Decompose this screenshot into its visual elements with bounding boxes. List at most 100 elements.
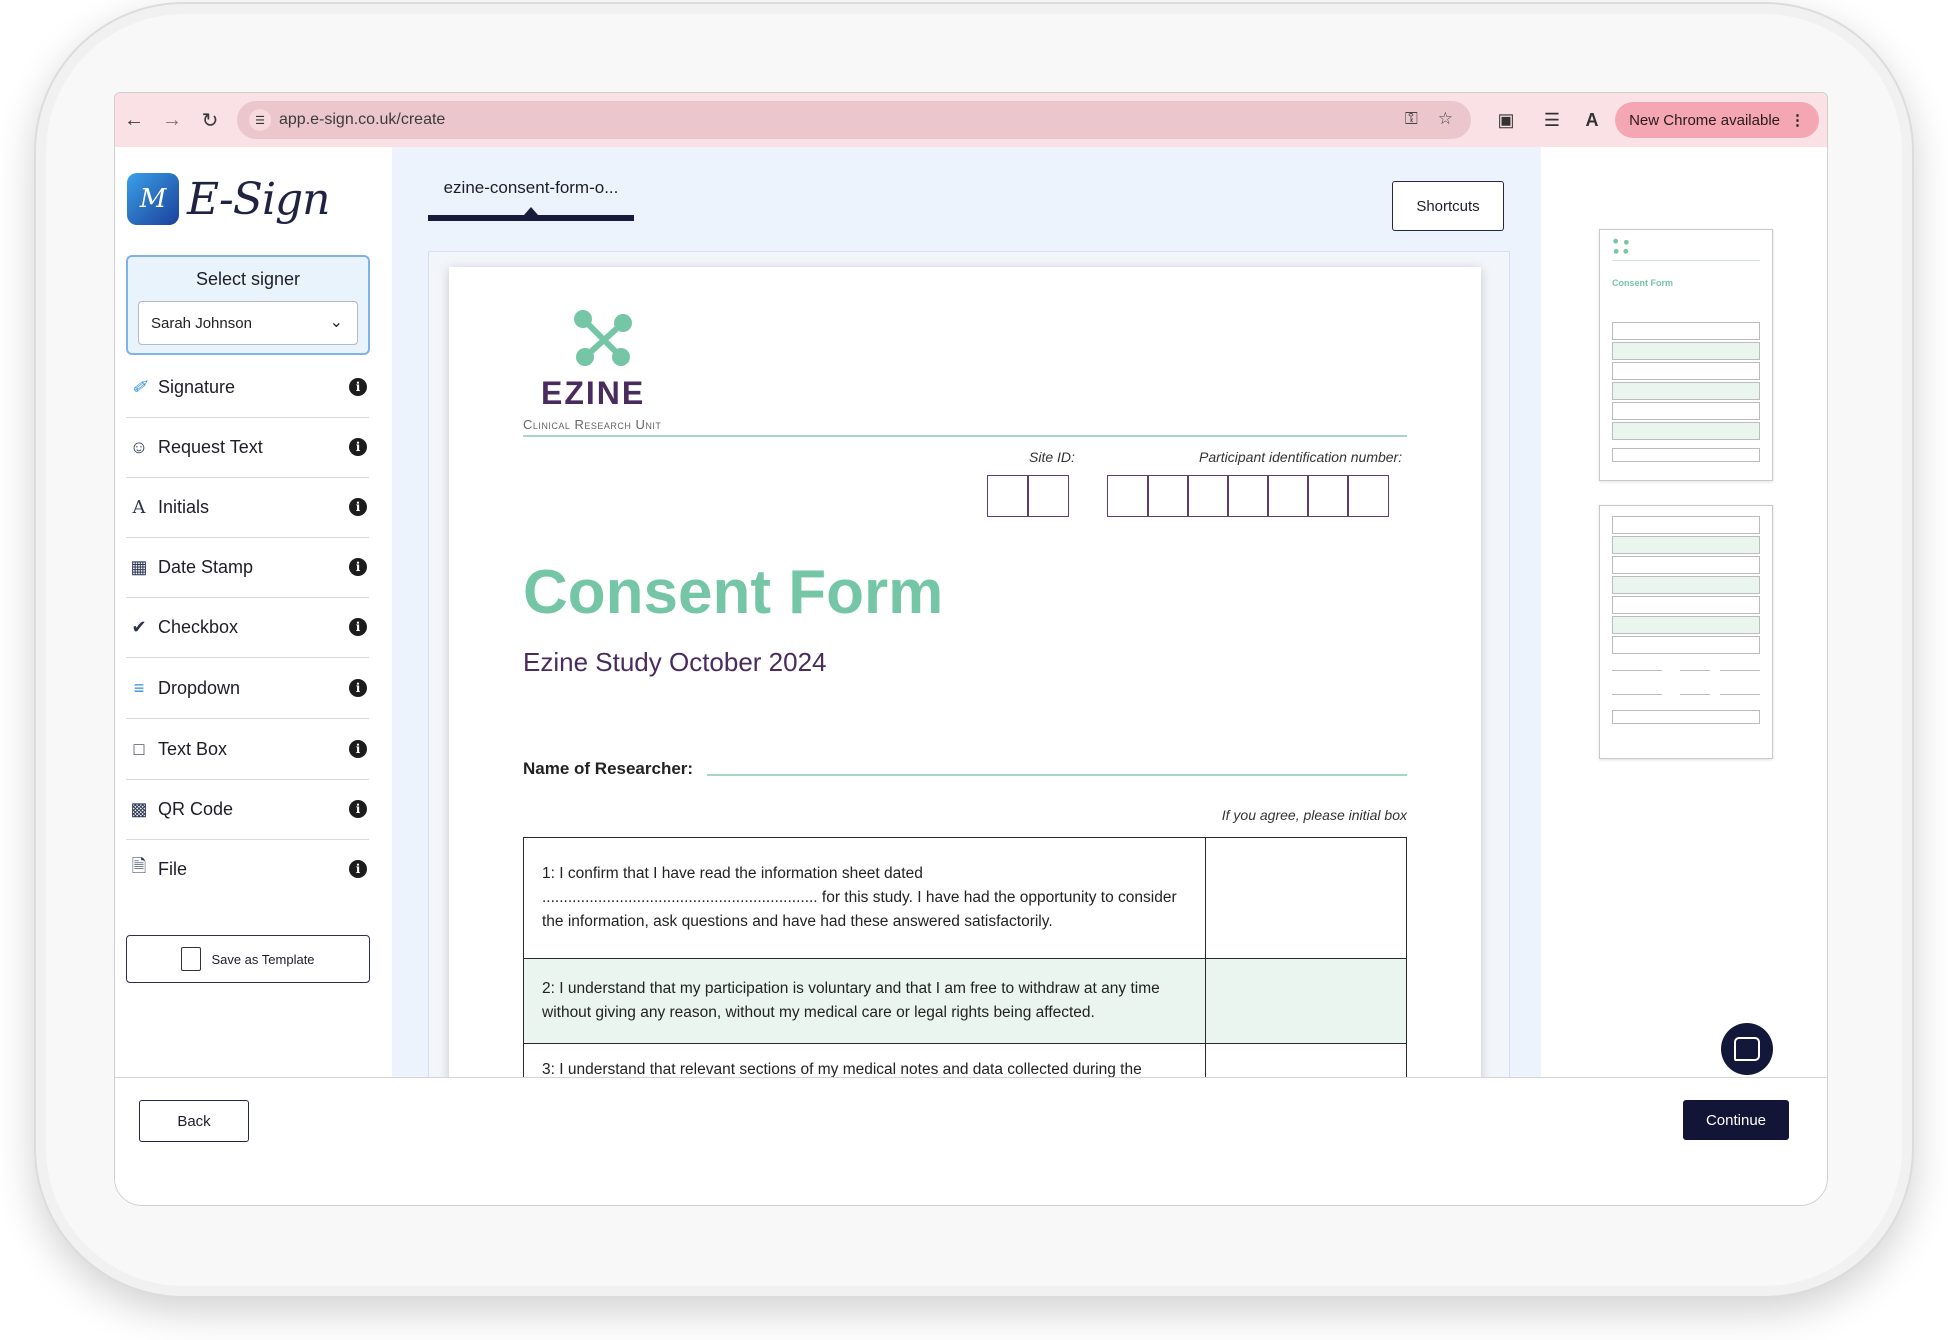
save-as-template-button[interactable]: Save as Template [126, 935, 370, 983]
calendar-icon: ▦ [130, 556, 148, 577]
researcher-label: Name of Researcher: [523, 759, 694, 778]
site-id-label: Site ID: [1029, 449, 1075, 465]
thumb-row [1612, 422, 1760, 440]
tool-label: Text Box [158, 738, 228, 759]
initials-icon: A [132, 496, 146, 518]
tool-dropdown[interactable]: ≡ Dropdown i [126, 658, 369, 719]
initial-box-hint: If you agree, please initial box [1221, 807, 1407, 823]
site-id-box[interactable] [1027, 475, 1069, 517]
tool-text-box[interactable]: □ Text Box i [126, 719, 369, 780]
tool-initials[interactable]: A Initials i [126, 477, 369, 538]
page-thumbnails: Consent Form [1541, 147, 1827, 1077]
profile-avatar-icon[interactable]: A [1573, 101, 1611, 139]
dropdown-icon: ≡ [133, 677, 145, 698]
media-controls-icon[interactable]: ☰ [1533, 101, 1571, 139]
more-menu-icon[interactable]: ⋮ [1790, 111, 1805, 129]
signer-panel: Select signer Sarah Johnson ⌄ [126, 255, 370, 355]
info-icon[interactable]: i [349, 558, 367, 576]
site-settings-icon[interactable]: ☰ [249, 109, 271, 131]
thumb-row [1612, 710, 1760, 724]
text-box-icon: □ [133, 738, 145, 759]
site-id-box[interactable] [987, 475, 1029, 517]
chat-button[interactable] [1721, 1023, 1773, 1075]
document-tab[interactable]: ezine-consent-form-o... [428, 169, 634, 221]
password-key-icon[interactable]: ⚿ [1405, 109, 1418, 129]
info-icon[interactable]: i [349, 679, 367, 697]
participant-id-box[interactable] [1307, 475, 1349, 517]
participant-id-label: Participant identification number: [1199, 449, 1403, 465]
continue-button[interactable]: Continue [1683, 1100, 1789, 1140]
page-thumbnail-2[interactable] [1599, 505, 1773, 759]
participant-id-box[interactable] [1107, 475, 1149, 517]
thumb-row [1612, 516, 1760, 534]
select-signer-label: Select signer [195, 269, 301, 289]
thumb-line [1720, 670, 1760, 671]
forward-arrow-icon[interactable]: → [153, 101, 191, 139]
tool-qr-code[interactable]: ▩ QR Code i [126, 779, 369, 840]
participant-id-box[interactable] [1187, 475, 1229, 517]
thumb-row [1612, 536, 1760, 554]
tool-signature[interactable]: ✐ Signature i [126, 357, 369, 418]
new-chrome-available-button[interactable]: New Chrome available ⋮ [1615, 102, 1819, 138]
template-doc-icon [181, 947, 202, 971]
esign-logo-icon: M [127, 173, 179, 225]
thumb-line [1680, 694, 1710, 695]
request-text-icon: ☺ [129, 436, 149, 457]
tool-label: Dropdown [158, 677, 241, 698]
page-thumbnail-1[interactable]: Consent Form [1599, 229, 1773, 481]
info-icon[interactable]: i [349, 378, 367, 396]
url-text[interactable]: app.e-sign.co.uk/create [279, 111, 445, 129]
bookmark-star-icon[interactable]: ☆ [1438, 109, 1453, 129]
participant-id-box[interactable] [1227, 475, 1269, 517]
info-icon[interactable]: i [349, 618, 367, 636]
info-icon[interactable]: i [349, 438, 367, 456]
document-editor: ezine-consent-form-o... Shortcuts EZINE … [392, 147, 1541, 1167]
info-icon[interactable]: i [349, 498, 367, 516]
tool-label: Date Stamp [158, 556, 254, 577]
file-icon: 🗎 [131, 856, 147, 876]
tool-checkbox[interactable]: ✔ Checkbox i [126, 597, 369, 658]
thumb-line [1612, 670, 1662, 671]
continue-label: Continue [1705, 1111, 1767, 1129]
logo-text: E-Sign [187, 173, 331, 225]
back-label: Back [177, 1112, 211, 1130]
thumb-row [1612, 596, 1760, 614]
tool-request-text[interactable]: ☺ Request Text i [126, 417, 369, 478]
checkbox-icon: ✔ [131, 616, 147, 637]
thumb-row [1612, 362, 1760, 380]
thumb-row [1612, 382, 1760, 400]
new-chrome-label: New Chrome available [1629, 111, 1780, 129]
info-icon[interactable]: i [349, 860, 367, 878]
extensions-icon[interactable]: ▣ [1487, 101, 1525, 139]
ezine-logo-icon [574, 310, 632, 366]
participant-id-box[interactable] [1147, 475, 1189, 517]
thumb-row [1612, 448, 1760, 462]
back-arrow-icon[interactable]: ← [115, 101, 153, 139]
address-bar[interactable]: ☰ app.e-sign.co.uk/create ⚿ ☆ [237, 101, 1471, 139]
thumb-logo-icon [1613, 238, 1629, 254]
info-icon[interactable]: i [349, 800, 367, 818]
signer-dropdown[interactable]: Sarah Johnson ⌄ [138, 301, 358, 345]
table-row: 1: I confirm that I have read the inform… [522, 837, 1407, 959]
tool-file[interactable]: 🗎 File i [126, 839, 369, 899]
statement-cell: 2: I understand that my participation is… [522, 958, 1207, 1044]
app-logo: M E-Sign [127, 173, 331, 225]
qr-code-icon: ▩ [130, 798, 148, 819]
table-row: 2: I understand that my participation is… [522, 958, 1407, 1044]
thumb-row [1612, 576, 1760, 594]
back-button[interactable]: Back [139, 1100, 249, 1142]
researcher-line[interactable] [707, 774, 1407, 776]
document-page[interactable]: EZINE Clinical Research Unit Site ID: Pa… [449, 267, 1481, 1167]
initial-box[interactable] [1205, 837, 1407, 959]
tool-label: File [158, 858, 188, 879]
chevron-down-icon: ⌄ [329, 314, 343, 331]
info-icon[interactable]: i [349, 740, 367, 758]
participant-id-box[interactable] [1347, 475, 1389, 517]
tool-date-stamp[interactable]: ▦ Date Stamp i [126, 537, 369, 598]
browser-toolbar: ← → ↻ ☰ app.e-sign.co.uk/create ⚿ ☆ ▣ ☰ … [115, 93, 1827, 147]
initial-box[interactable] [1205, 958, 1407, 1044]
shortcuts-button[interactable]: Shortcuts [1392, 181, 1504, 231]
participant-id-box[interactable] [1267, 475, 1309, 517]
tool-label: Signature [158, 376, 236, 397]
reload-icon[interactable]: ↻ [191, 101, 229, 139]
